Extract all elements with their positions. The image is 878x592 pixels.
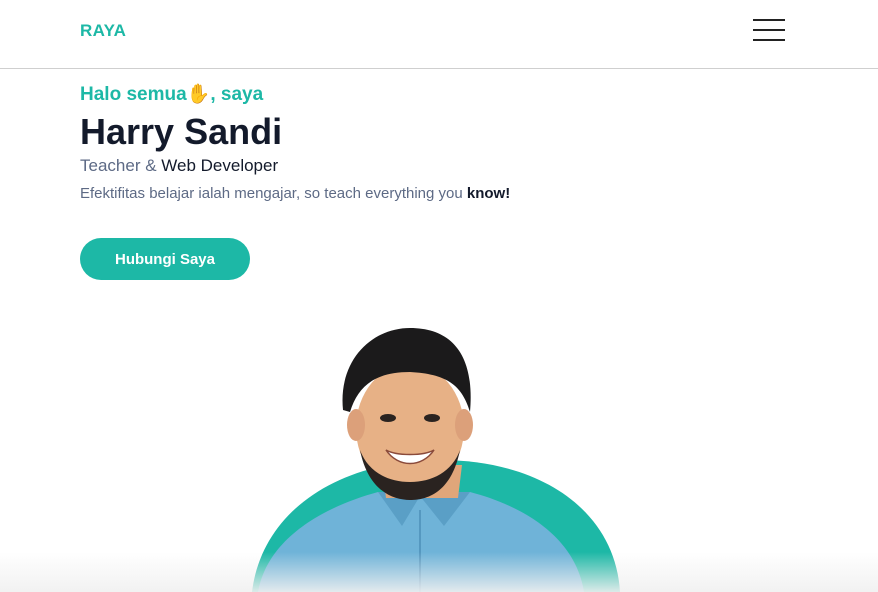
hero-role: Teacher & Web Developer — [80, 156, 278, 176]
hero-name: Harry Sandi — [80, 111, 283, 152]
role-highlight: Web Developer — [161, 156, 279, 175]
greeting: Halo semua✋, saya — [80, 82, 263, 106]
hamburger-menu-icon[interactable] — [753, 19, 785, 43]
greeting-suffix: , saya — [210, 84, 264, 105]
greeting-text: Halo semua — [80, 84, 187, 105]
portrait-photo — [252, 328, 620, 592]
hero-tagline: Efektifitas belajar ialah mengajar, so t… — [80, 185, 510, 202]
navbar: RAYA — [0, 0, 878, 69]
hero-illustration — [0, 300, 878, 592]
waving-hand-icon: ✋ — [186, 84, 211, 105]
contact-button[interactable]: Hubungi Saya — [80, 238, 250, 280]
role-prefix: Teacher & — [80, 156, 162, 175]
tagline-text: Efektifitas belajar ialah mengajar, so t… — [80, 185, 467, 202]
brand-logo[interactable]: RAYA — [80, 21, 126, 41]
tagline-bold: know! — [466, 185, 511, 202]
